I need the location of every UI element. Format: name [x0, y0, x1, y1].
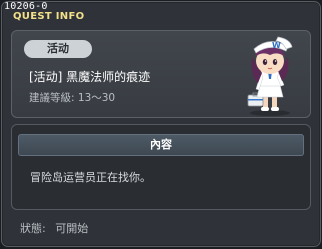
level-range: 13～30 [77, 92, 116, 104]
status-label: 狀態: [20, 222, 46, 235]
recommended-level: 建議等級: 13～30 [29, 92, 115, 105]
content-header: 內容 [18, 134, 304, 156]
npc-portrait-icon: W [247, 36, 293, 116]
quest-description: 冒险岛运营员正在找你。 [30, 171, 151, 184]
quest-content-panel: 內容 冒险岛运营员正在找你。 [11, 124, 311, 210]
quest-info-window: 10206-0 QUEST INFO 活动 [活动] 黑魔法师的痕迹 建議等級:… [1, 1, 321, 247]
quest-category-badge: 活动 [24, 40, 92, 58]
window-title: QUEST INFO [13, 11, 85, 22]
svg-text:W: W [272, 41, 281, 50]
level-label: 建議等級: [29, 92, 75, 104]
quest-summary-panel: 活动 [活动] 黑魔法师的痕迹 建議等級: 13～30 W [11, 30, 311, 118]
status-value: 可開始 [55, 222, 89, 235]
quest-status: 狀態: 可開始 [20, 222, 88, 235]
quest-name: [活动] 黑魔法师的痕迹 [29, 70, 151, 84]
